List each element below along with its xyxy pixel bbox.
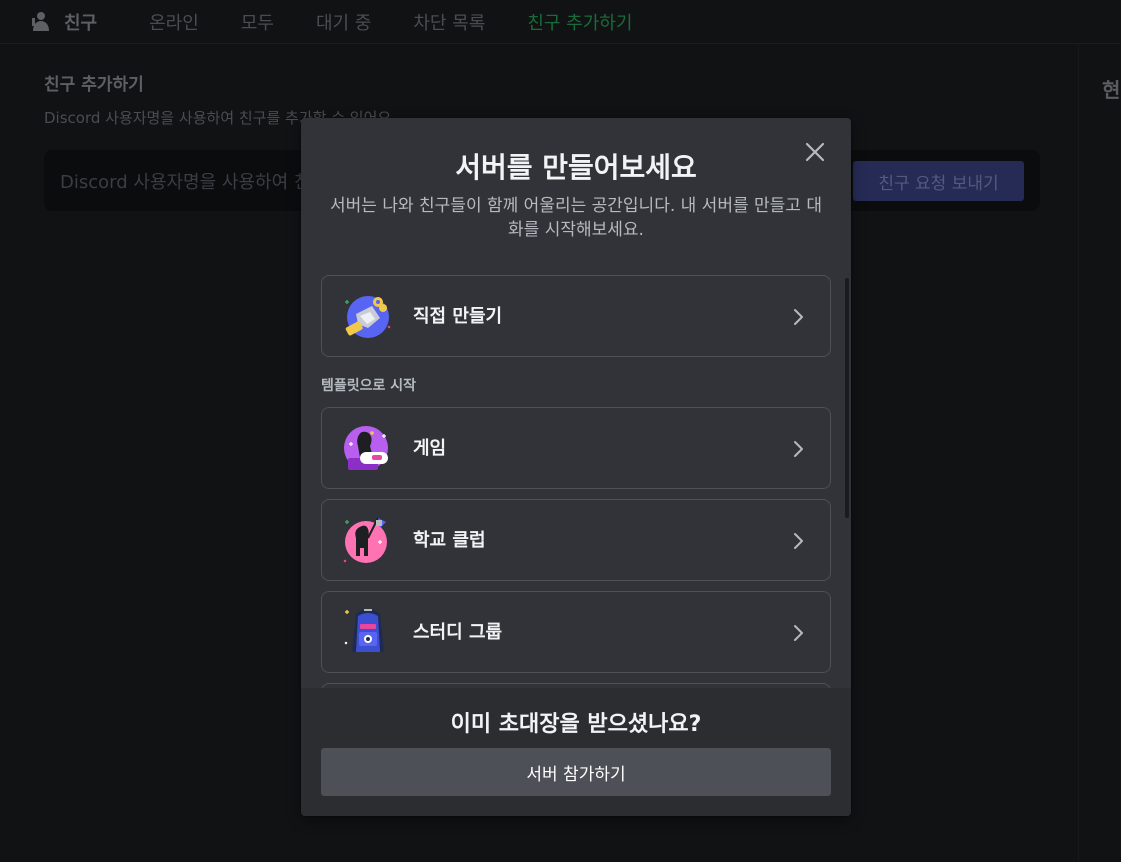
friends-title: 친구 — [30, 9, 97, 35]
create-my-own-option[interactable]: 직접 만들기 — [321, 275, 831, 357]
right-panel-heading: 현 — [1102, 78, 1121, 102]
scrollbar-thumb[interactable] — [845, 278, 849, 518]
tab-pending[interactable]: 대기 중 — [316, 9, 371, 35]
modal-subtitle: 서버는 나와 친구들이 함께 어울리는 공간입니다. 내 서버를 만들고 대화를… — [330, 196, 822, 240]
template-school-club-label: 학교 클럽 — [413, 530, 486, 551]
template-study-group-label: 스터디 그룹 — [413, 622, 503, 643]
modal-title: 서버를 만들어보세요 — [455, 151, 697, 184]
chevron-right-icon — [794, 625, 803, 641]
tab-all[interactable]: 모두 — [241, 9, 274, 35]
create-server-modal: 서버를 만들어보세요 서버는 나와 친구들이 함께 어울리는 공간입니다. 내 … — [301, 118, 851, 816]
friends-label: 친구 — [64, 12, 98, 34]
tab-add-friend[interactable]: 친구 추가하기 — [527, 9, 632, 35]
right-panel-divider — [1078, 44, 1079, 862]
friends-header: 친구 온라인 모두 대기 중 차단 목록 친구 추가하기 — [0, 0, 1121, 44]
study-group-icon — [344, 609, 384, 652]
template-gaming-option[interactable]: 게임 — [321, 407, 831, 489]
friends-icon — [32, 11, 49, 31]
chevron-right-icon — [794, 441, 803, 457]
gaming-icon — [344, 426, 388, 470]
join-server-button[interactable]: 서버 참가하기 — [321, 748, 831, 796]
school-club-icon — [343, 517, 387, 563]
template-gaming-label: 게임 — [413, 438, 447, 459]
send-friend-request-button[interactable]: 친구 요청 보내기 — [853, 161, 1024, 201]
chevron-right-icon — [794, 309, 803, 325]
add-friend-title: 친구 추가하기 — [44, 75, 144, 95]
chevron-right-icon — [794, 533, 803, 549]
tab-online[interactable]: 온라인 — [149, 9, 199, 35]
template-school-club-option[interactable]: 학교 클럽 — [321, 499, 831, 581]
tab-blocked[interactable]: 차단 목록 — [413, 9, 485, 35]
template-study-group-option[interactable]: 스터디 그룹 — [321, 591, 831, 673]
create-my-own-label: 직접 만들기 — [413, 306, 503, 327]
create-server-icon — [345, 296, 391, 338]
template-section-label: 템플릿으로 시작 — [321, 378, 417, 394]
modal-footer: 이미 초대장을 받으셨나요? 서버 참가하기 — [301, 688, 851, 816]
invite-question: 이미 초대장을 받으셨나요? — [450, 712, 702, 737]
server-options-list[interactable]: 직접 만들기 템플릿으로 시작 게임 학교 클럽 스터디 그룹 — [321, 275, 831, 688]
